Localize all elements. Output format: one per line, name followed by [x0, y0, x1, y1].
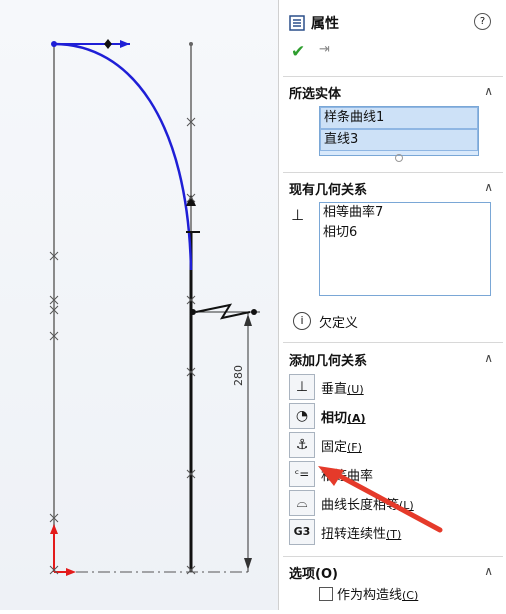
- torsion-continuity-icon[interactable]: G3: [289, 519, 315, 545]
- selected-entities-title: 所选实体: [289, 87, 342, 102]
- sketch-svg[interactable]: 280: [0, 0, 278, 610]
- options-title: 选项(O): [289, 567, 338, 582]
- tangent-icon[interactable]: ◔: [289, 403, 315, 429]
- add-relations-title: 添加几何关系: [289, 354, 368, 369]
- equal-length-icon[interactable]: ⌓: [289, 490, 315, 516]
- perpendicular-icon[interactable]: ⊥: [289, 374, 315, 400]
- collapse-selected-icon[interactable]: ∧: [484, 84, 493, 98]
- list-item-spline[interactable]: 样条曲线1: [320, 107, 478, 129]
- relation-item[interactable]: 相切6: [320, 223, 490, 243]
- relation-perpendicular[interactable]: 垂直(U): [321, 378, 364, 397]
- dimension-value[interactable]: 280: [232, 365, 245, 386]
- collapse-options-icon[interactable]: ∧: [484, 564, 493, 578]
- relation-tangent[interactable]: 相切(A): [321, 407, 366, 426]
- line-endpoint: [189, 42, 193, 46]
- collapse-existing-icon[interactable]: ∧: [484, 180, 493, 194]
- relation-torsion-continuity[interactable]: 扭转连续性(T): [321, 523, 401, 542]
- collapse-add-icon[interactable]: ∧: [484, 351, 493, 365]
- info-icon: i: [293, 312, 311, 330]
- help-icon[interactable]: ?: [474, 13, 491, 30]
- relation-fix[interactable]: 固定(F): [321, 436, 362, 455]
- handle-diamond: [104, 39, 112, 49]
- properties-icon: [289, 15, 305, 31]
- existing-relations-title: 现有几何关系: [289, 183, 368, 198]
- handle-arrow: [120, 40, 130, 48]
- graphics-area[interactable]: 280: [0, 0, 278, 610]
- pin-button[interactable]: ⇥: [319, 42, 330, 57]
- sketch-ticks: [49, 117, 196, 575]
- existing-relations-list[interactable]: 相等曲率7 相切6: [319, 202, 491, 296]
- relation-type-icon: ⊥: [291, 206, 305, 224]
- fix-icon[interactable]: ⚓: [289, 432, 315, 458]
- property-manager: 属性 ? ✔ ⇥ 所选实体 ∧ 样条曲线1 直线3 现有几何关系 ∧ ⊥ 相等曲…: [278, 0, 506, 610]
- ok-button[interactable]: ✔: [291, 42, 305, 62]
- construction-checkbox[interactable]: [319, 587, 333, 601]
- relation-equal-curvature[interactable]: 相等曲率: [321, 465, 373, 484]
- selected-entities-list[interactable]: 样条曲线1 直线3: [319, 106, 479, 156]
- spline-endpoint: [51, 41, 57, 47]
- status-text: 欠定义: [319, 316, 359, 331]
- spline-curve: [53, 42, 193, 271]
- panel-header: 属性: [289, 12, 339, 34]
- panel-title: 属性: [311, 16, 339, 32]
- equal-curvature-icon[interactable]: ᶜ=: [289, 461, 315, 487]
- list-item-line[interactable]: 直线3: [320, 129, 478, 151]
- resize-handle[interactable]: [395, 154, 403, 162]
- construction-label[interactable]: 作为构造线(C): [337, 584, 418, 603]
- relation-equal-length[interactable]: 曲线长度相等(L): [321, 494, 414, 513]
- tangent-arrow: [186, 195, 196, 206]
- relation-item[interactable]: 相等曲率7: [320, 203, 490, 223]
